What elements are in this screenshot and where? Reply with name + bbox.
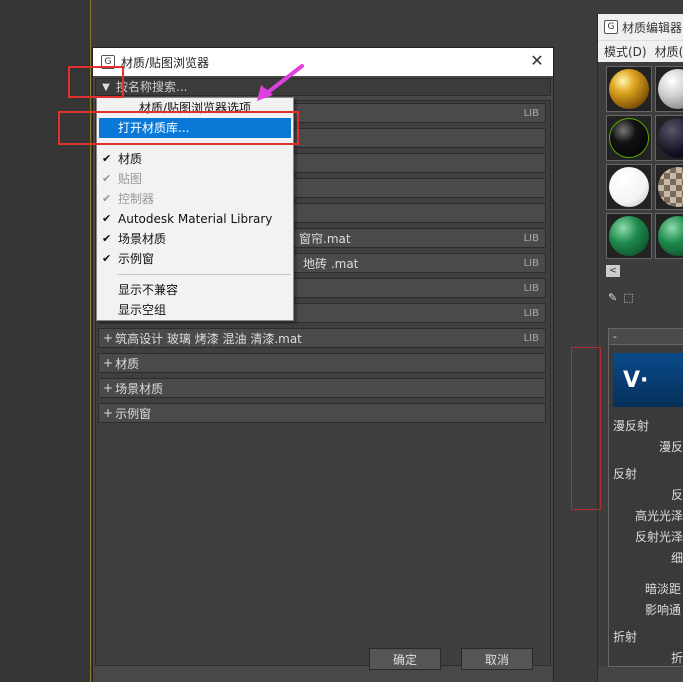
hilight-gloss-label: 高光光泽 [635, 509, 683, 523]
material-sphere [658, 69, 683, 109]
menu-item-label: Autodesk Material Library [118, 212, 273, 226]
material-sphere [609, 167, 649, 207]
annotation-box-open-library [58, 111, 299, 145]
library-row-label: 筑高设计 玻璃 烤漆 混油 清漆.mat [115, 331, 302, 346]
menu-item-maps: ✔ 贴图 [97, 169, 293, 189]
material-sphere [658, 118, 683, 158]
lib-tag: LIB [523, 282, 539, 294]
library-row[interactable]: + 示例窗 [98, 403, 546, 423]
diffuse-label: 漫反 [659, 440, 683, 454]
material-sphere [609, 216, 649, 256]
checkmark-icon: ✔ [102, 172, 112, 185]
left-panel [0, 0, 91, 682]
sample-slot[interactable] [655, 213, 683, 259]
menu-item-label: 场景材质 [118, 232, 167, 246]
menu-item-label: 贴图 [118, 172, 143, 186]
menu-material[interactable]: 材质( [655, 43, 683, 60]
library-row-label: 场景材质 [115, 381, 164, 396]
annotation-frame [571, 347, 601, 510]
checkmark-icon: ✔ [102, 232, 112, 245]
library-row-label: 示例窗 [115, 406, 152, 421]
menu-item-label: 材质 [118, 152, 143, 166]
material-editor-window: G 材质编辑器 模式(D) 材质( < ✎ ⬚ - V· 漫反射 漫反 反射 反 [597, 14, 683, 682]
sample-slot[interactable] [655, 115, 683, 161]
sample-slot[interactable] [606, 164, 652, 210]
app-logo-icon: G [604, 20, 618, 34]
diffuse-group-label: 漫反射 [613, 419, 650, 433]
viewport-border [90, 0, 91, 682]
menu-item-scene-materials[interactable]: ✔ 场景材质 [97, 229, 293, 249]
reflect-label: 反 [671, 488, 683, 502]
material-rollout: - V· 漫反射 漫反 反射 反 高光光泽 反射光泽 细 暗淡距 影响通 折射 … [608, 328, 683, 667]
menu-item-label: 示例窗 [118, 252, 155, 266]
checkmark-icon: ✔ [102, 212, 112, 225]
refraction-group-label: 折射 [613, 630, 638, 644]
menu-item-materials[interactable]: ✔ 材质 [97, 149, 293, 169]
search-bar: ▼ [95, 78, 551, 96]
expand-icon[interactable]: + [103, 381, 113, 395]
reflection-group-label: 反射 [613, 467, 638, 481]
library-row-label: 窗帘.mat [299, 231, 351, 246]
checkmark-icon: ✔ [102, 192, 112, 205]
lib-tag: LIB [523, 107, 539, 119]
sample-slot[interactable] [655, 66, 683, 112]
scroll-left-icon[interactable]: < [606, 265, 620, 277]
close-icon[interactable]: ✕ [529, 53, 545, 69]
checkmark-icon: ✔ [102, 152, 112, 165]
menu-separator [117, 274, 291, 275]
lib-tag: LIB [523, 307, 539, 319]
material-sphere [658, 216, 683, 256]
material-sphere [609, 69, 649, 109]
sample-slot[interactable] [655, 164, 683, 210]
lib-tag: LIB [523, 332, 539, 344]
menu-item-show-empty-groups[interactable]: 显示空组 [97, 300, 293, 320]
lib-tag: LIB [523, 232, 539, 244]
subdivs-label: 细 [671, 551, 683, 565]
lib-tag: LIB [523, 257, 539, 269]
sample-slot[interactable] [606, 115, 652, 161]
sample-slot[interactable] [606, 66, 652, 112]
dialog-titlebar[interactable]: G 材质/贴图浏览器 ✕ [93, 48, 553, 76]
material-editor-menubar: 模式(D) 材质( [598, 40, 683, 62]
ok-button[interactable]: 确定 [369, 648, 441, 670]
sample-slot[interactable] [606, 213, 652, 259]
expand-icon[interactable]: + [103, 406, 113, 420]
expand-icon[interactable]: + [103, 356, 113, 370]
dialog-title: 材质/贴图浏览器 [121, 55, 210, 70]
material-sphere [609, 118, 649, 158]
tool-icon[interactable]: ⬚ [623, 291, 633, 304]
material-editor-body: < ✎ ⬚ - V· 漫反射 漫反 反射 反 高光光泽 反射光泽 细 暗淡距 影… [598, 62, 683, 667]
vray-logo: V· [613, 353, 683, 407]
annotation-box-dropdown [68, 66, 124, 98]
sample-slot-grid [598, 66, 683, 259]
library-row[interactable]: + 场景材质 [98, 378, 546, 398]
library-row-label: 材质 [115, 356, 140, 371]
menu-item-sample-slots[interactable]: ✔ 示例窗 [97, 249, 293, 269]
annotation-arrow-icon [257, 64, 304, 101]
checkmark-icon: ✔ [102, 252, 112, 265]
menu-item-label: 控制器 [118, 192, 155, 206]
menu-item-autodesk-library[interactable]: ✔ Autodesk Material Library [97, 209, 293, 229]
library-row[interactable]: + 筑高设计 玻璃 烤漆 混油 清漆.mat LIB [98, 328, 546, 348]
menu-mode[interactable]: 模式(D) [604, 43, 647, 60]
material-editor-titlebar[interactable]: G 材质编辑器 [598, 14, 683, 40]
material-sphere [658, 167, 683, 207]
affect-channels-label: 影响通 [645, 603, 682, 617]
search-input[interactable] [116, 79, 550, 95]
tool-icon[interactable]: ✎ [608, 291, 617, 304]
library-row-label: 地砖 .mat [303, 256, 359, 271]
expand-icon[interactable]: + [103, 331, 113, 345]
rollout-collapse-button[interactable]: - [609, 329, 683, 345]
cancel-button[interactable]: 取消 [461, 648, 533, 670]
menu-item-controllers: ✔ 控制器 [97, 189, 293, 209]
library-row[interactable]: + 材质 [98, 353, 546, 373]
menu-item-show-incompatible[interactable]: 显示不兼容 [97, 280, 293, 300]
material-editor-title: 材质编辑器 [622, 20, 683, 35]
refl-gloss-label: 反射光泽 [635, 530, 683, 544]
refract-label: 折 [671, 651, 683, 665]
material-editor-toolbar: ✎ ⬚ [598, 277, 683, 304]
dim-distance-label: 暗淡距 [645, 582, 682, 596]
